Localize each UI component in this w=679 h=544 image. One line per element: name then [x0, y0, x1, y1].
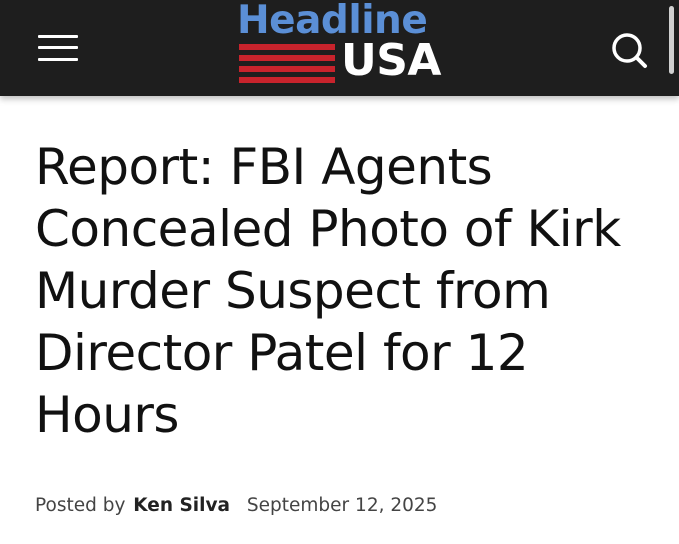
- menu-line: [38, 35, 78, 38]
- logo-flag-stripes: [239, 44, 335, 83]
- publish-date: September 12, 2025: [246, 495, 438, 516]
- site-header: Headline USA: [0, 0, 679, 96]
- menu-line: [38, 46, 78, 49]
- site-logo[interactable]: Headline USA: [237, 0, 443, 86]
- author-link[interactable]: Ken Silva: [133, 495, 230, 516]
- menu-line: [38, 58, 78, 61]
- search-icon[interactable]: [606, 28, 652, 74]
- article-title: Report: FBI Agents Concealed Photo of Ki…: [35, 138, 621, 444]
- scrollbar[interactable]: [669, 6, 674, 74]
- logo-usa-text: USA: [341, 35, 441, 86]
- posted-by-label: Posted by: [35, 495, 126, 516]
- article-byline: Posted by Ken Silva September 12, 2025: [35, 493, 437, 519]
- hamburger-menu-icon[interactable]: [38, 33, 80, 65]
